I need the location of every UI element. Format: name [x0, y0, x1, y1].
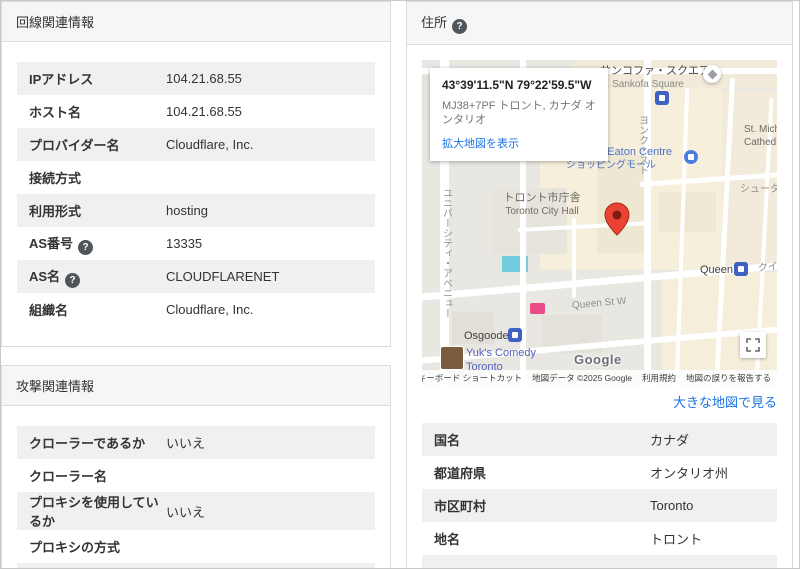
shopping-mall-icon[interactable] [684, 150, 698, 164]
field-label: 接続方式 [29, 171, 82, 186]
field-label: クローラー名 [29, 469, 108, 484]
poi-city-hall[interactable]: トロント市庁舎 Toronto City Hall [494, 192, 590, 218]
field-label: AS番号? [29, 233, 166, 255]
table-row: クローラーであるか いいえ [17, 426, 375, 459]
line-info-title: 回線関連情報 [16, 15, 95, 30]
line-info-header: 回線関連情報 [2, 2, 390, 42]
field-value: Toronto [650, 498, 694, 513]
field-label-text: AS名 [29, 268, 61, 284]
table-row: 都道府県 オンタリオ州 [422, 456, 777, 489]
field-label: AS名? [29, 266, 166, 288]
table-row: 地名 トロント [422, 522, 777, 555]
map-data-text: 地図データ ©2025 Google [532, 373, 632, 383]
table-row: プロキシを使用しているか いいえ [17, 492, 375, 530]
field-label-text: AS番号 [29, 235, 74, 251]
address-card: 住所? ヨンク・スト ユニバーシティ・アベニュー Queen St W シュータ… [406, 1, 793, 568]
table-row: クローラー名 [17, 459, 375, 492]
field-label: 国名 [434, 433, 461, 448]
address-title: 住所 [421, 15, 448, 30]
map-info-card: 43°39'11.5"N 79°22'59.5"W MJ38+7PF トロント,… [430, 68, 608, 162]
table-row: AS名? CLOUDFLARENET [17, 260, 375, 293]
field-value: Cloudflare, Inc. [166, 137, 254, 152]
field-label: プロキシを使用しているか [29, 495, 159, 529]
field-value: いいえ [166, 504, 206, 520]
field-value: いいえ [166, 436, 206, 451]
field-label: IPアドレス [29, 72, 94, 87]
google-logo[interactable]: Google [574, 352, 622, 367]
subway-station-icon[interactable] [655, 91, 669, 105]
field-value: トロント [650, 532, 703, 547]
table-row: 利用形式 hosting [17, 194, 375, 227]
subway-station-icon[interactable] [508, 328, 522, 342]
help-icon[interactable]: ? [78, 239, 94, 255]
field-value: カナダ [650, 433, 690, 448]
field-value: CLOUDFLARENET [166, 269, 280, 284]
field-label: クローラーであるか [29, 436, 146, 451]
field-label: プロキシの方式 [29, 540, 121, 555]
address-body: ヨンク・スト ユニバーシティ・アベニュー Queen St W シューター・スト… [407, 45, 792, 568]
left-column: 回線関連情報 IPアドレス 104.21.68.55 ホスト名 104.21.6… [1, 1, 391, 568]
poi-sankofa-square[interactable]: サンコファ・スクエア Sankofa Square [600, 65, 710, 91]
google-map[interactable]: ヨンク・スト ユニバーシティ・アベニュー Queen St W シューター・スト… [422, 60, 777, 386]
field-label: 組織名 [29, 303, 69, 318]
attack-info-title: 攻撃関連情報 [16, 379, 95, 394]
field-value: 104.21.68.55 [166, 71, 242, 86]
report-error-link[interactable]: 地図の誤りを報告する [686, 372, 771, 384]
attack-info-card: 攻撃関連情報 クローラーであるか いいえ クローラー名 プロキシを使用しているか… [1, 365, 391, 568]
road-label-university: ユニバーシティ・アベニュー [440, 188, 452, 318]
poi-st-michaels[interactable]: St. Michael's Cathedral Basilica [744, 124, 777, 149]
view-large-map-row: 大きな地図で見る [422, 392, 777, 411]
help-icon[interactable]: ? [452, 19, 468, 34]
field-value: 104.21.68.55 [166, 104, 242, 119]
keyboard-shortcuts-button[interactable]: キーボード ショートカット [422, 372, 522, 384]
road-label-queen-st-w: Queen St W [571, 295, 627, 312]
station-label-queen[interactable]: Queen [700, 264, 733, 276]
line-info-card: 回線関連情報 IPアドレス 104.21.68.55 ホスト名 104.21.6… [1, 1, 391, 347]
field-value: 13335 [166, 236, 203, 251]
table-row: プロバイダー名 Cloudflare, Inc. [17, 128, 375, 161]
table-row: 国名 カナダ [422, 423, 777, 456]
field-label: 利用形式 [29, 204, 82, 219]
expand-map-link[interactable]: 拡大地図を表示 [442, 135, 519, 151]
terms-link[interactable]: 利用規約 [642, 372, 676, 384]
fullscreen-icon[interactable] [740, 332, 766, 358]
poi-circle-icon[interactable] [703, 65, 721, 83]
field-value: hosting [166, 203, 208, 218]
table-row-partial [422, 555, 777, 568]
field-label: 都道府県 [434, 466, 487, 481]
page: 回線関連情報 IPアドレス 104.21.68.55 ホスト名 104.21.6… [0, 0, 800, 569]
station-label-osgoode[interactable]: Osgoode [464, 330, 509, 342]
field-label: 地名 [434, 532, 461, 547]
right-column: 住所? ヨンク・スト ユニバーシティ・アベニュー Queen St W シュータ… [406, 1, 793, 568]
field-value: Cloudflare, Inc. [166, 302, 254, 317]
table-row: 市区町村 Toronto [422, 489, 777, 522]
transit-badge [530, 303, 545, 314]
photo-thumbnail[interactable] [440, 346, 464, 370]
plus-code-text: MJ38+7PF トロント, カナダ オンタリオ [442, 99, 596, 127]
table-row: 組織名 Cloudflare, Inc. [17, 293, 375, 326]
table-row: 接続方式 [17, 161, 375, 194]
map-pin-icon[interactable] [604, 202, 630, 239]
map-building [658, 192, 716, 232]
map-attribution: キーボード ショートカット 地図データ ©2025 Google 利用規約 地図… [422, 370, 777, 386]
address-header: 住所? [407, 2, 792, 45]
field-value: オンタリオ州 [650, 466, 729, 481]
table-row-partial [17, 563, 375, 568]
table-row: IPアドレス 104.21.68.55 [17, 62, 375, 95]
road-label-shuter: シューター・スト [740, 184, 777, 195]
field-label: ホスト名 [29, 105, 82, 120]
table-row: AS番号? 13335 [17, 227, 375, 260]
view-large-map-link[interactable]: 大きな地図で見る [673, 395, 777, 410]
attack-info-body: クローラーであるか いいえ クローラー名 プロキシを使用しているか いいえ プロ… [2, 406, 390, 568]
coordinates-text: 43°39'11.5"N 79°22'59.5"W [442, 78, 592, 92]
attack-info-header: 攻撃関連情報 [2, 366, 390, 406]
line-info-body: IPアドレス 104.21.68.55 ホスト名 104.21.68.55 プロ… [2, 42, 390, 346]
subway-station-icon[interactable] [734, 262, 748, 276]
table-row: プロキシの方式 [17, 530, 375, 563]
table-row: ホスト名 104.21.68.55 [17, 95, 375, 128]
field-label: プロバイダー名 [29, 138, 120, 153]
field-label: 市区町村 [434, 499, 487, 514]
help-icon[interactable]: ? [65, 272, 81, 288]
address-table: 国名 カナダ 都道府県 オンタリオ州 市区町村 Toronto 地名 トロント [422, 423, 777, 568]
